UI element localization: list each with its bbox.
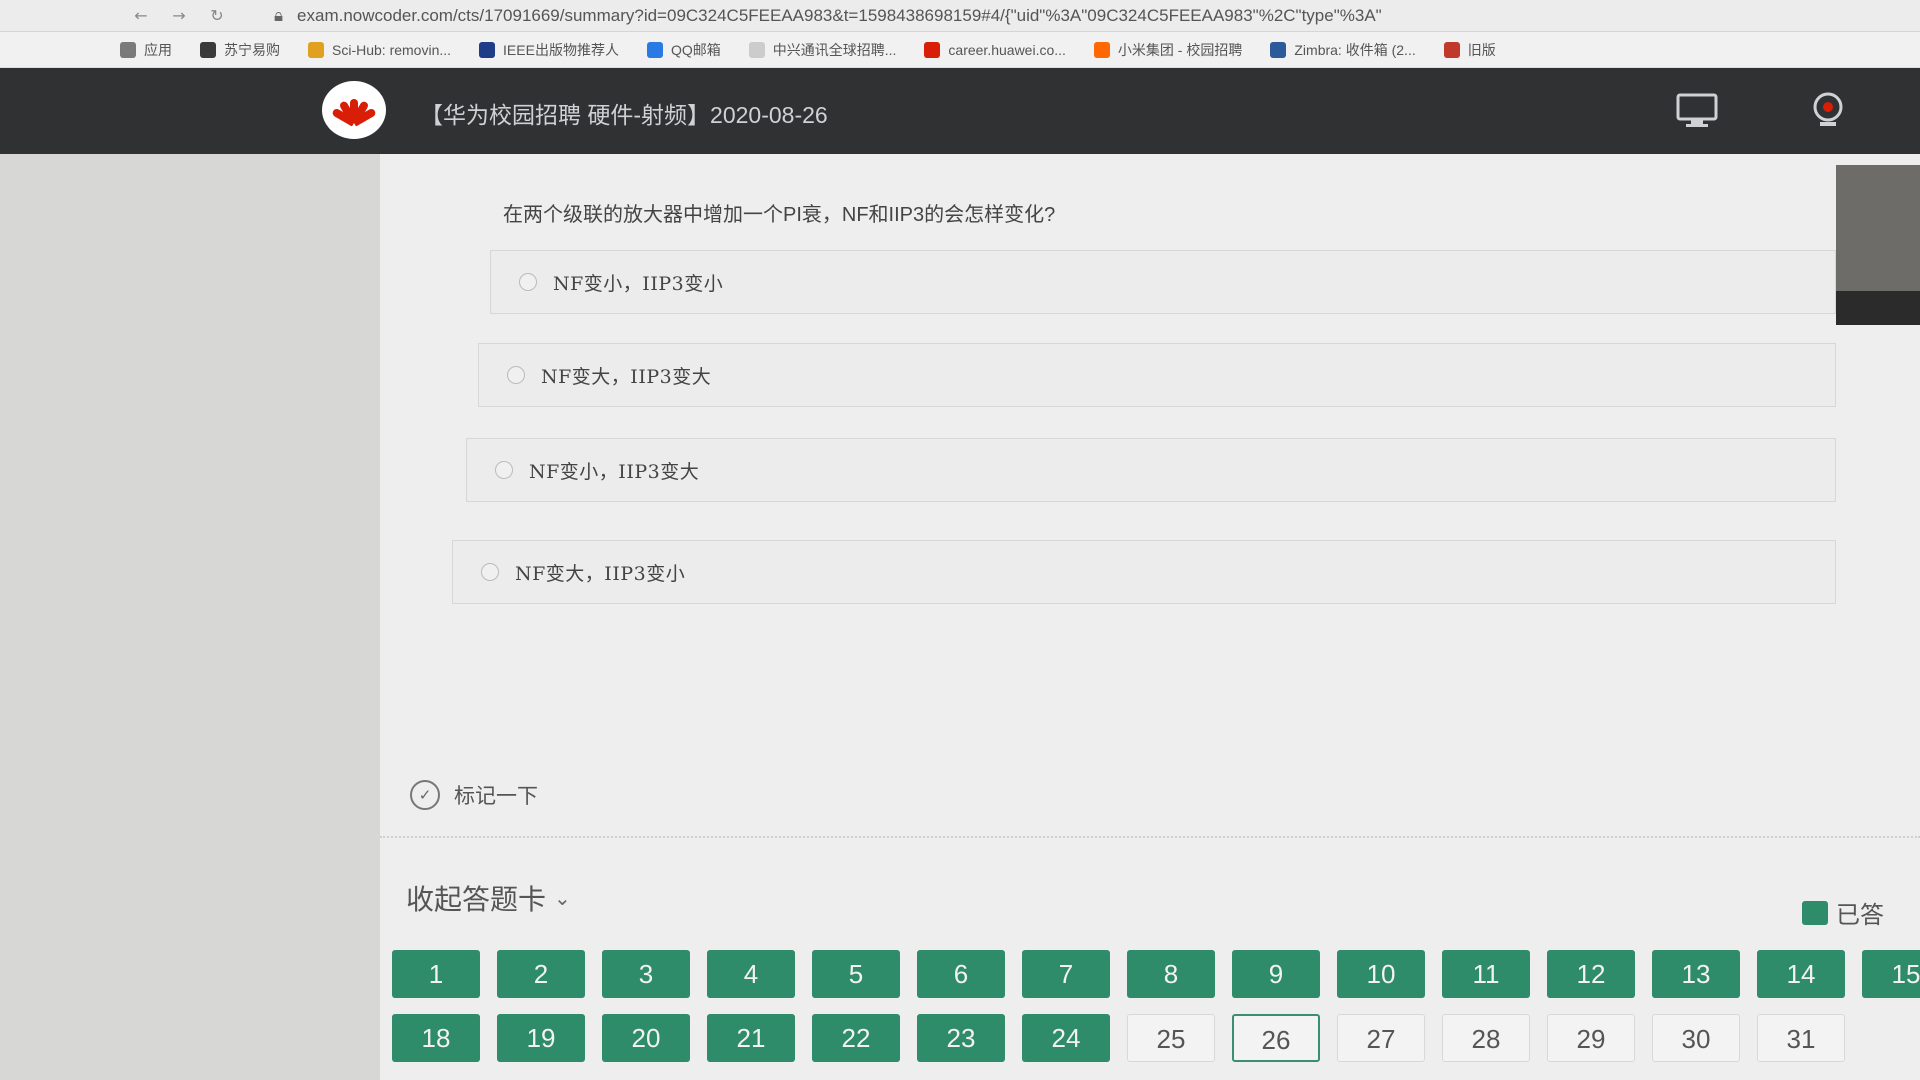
question-number-1[interactable]: 1 [392,950,480,998]
bookmark-label: QQ邮箱 [670,41,721,58]
answer-card-grid: 1 2 3 4 5 6 7 8 9 10 11 12 13 14 15 18 19 20 21 22 23 24 25 26 2… [380,950,1920,1080]
bookmark-zte[interactable]: 中兴通讯全球招聘... [748,40,897,60]
radio-button[interactable] [495,461,513,479]
question-number-5[interactable]: 5 [812,950,900,998]
answered-swatch-icon [1802,900,1828,925]
question-number-9[interactable]: 9 [1232,950,1320,998]
bookmark-scihub[interactable]: Sci-Hub: removin... [308,41,452,58]
legend-label: 已答 [1836,902,1884,929]
bookmark-huawei[interactable]: career.huawei.co... [924,41,1066,58]
mark-icon: ✓ [410,780,440,810]
exam-header: 【华为校园招聘 硬件-射频】2020-08-26 [0,68,1920,154]
question-number-28[interactable]: 28 [1442,1014,1530,1062]
bookmark-label: 苏宁易购 [224,41,280,58]
bookmark-suning[interactable]: 苏宁易购 [200,40,280,60]
monitor-icon[interactable] [1675,92,1719,128]
xiaomi-icon [1093,41,1110,58]
bookmark-old[interactable]: 旧版 [1443,40,1496,60]
bookmark-label: 小米集团 - 校园招聘 [1117,41,1243,58]
bookmark-apps[interactable]: 应用 [120,40,172,60]
zimbra-icon [1270,41,1287,58]
radio-button[interactable] [507,366,525,384]
mark-question-button[interactable]: ✓ 标记一下 [410,780,538,810]
bookmark-label: Sci-Hub: removin... [332,41,452,58]
browser-toolbar: ← → ↻ 🔒︎ exam.nowcoder.com/cts/17091669/s… [0,0,1920,32]
bookmarks-bar: 应用 苏宁易购 Sci-Hub: removin... IEEE出版物推荐人 Q… [0,32,1920,68]
question-number-19[interactable]: 19 [497,1014,585,1062]
mark-label: 标记一下 [454,785,538,808]
question-number-4[interactable]: 4 [707,950,795,998]
bookmark-label: 应用 [144,41,172,58]
option-label: NF变小，IIP3变大 [529,460,700,483]
question-number-2[interactable]: 2 [497,950,585,998]
option-c[interactable]: NF变小，IIP3变大 [466,438,1836,502]
radio-button[interactable] [481,563,499,581]
option-a[interactable]: NF变小，IIP3变小 [490,250,1836,314]
question-text: 在两个级联的放大器中增加一个PI衰，NF和IIP3的会怎样变化? [503,204,1056,226]
question-number-7[interactable]: 7 [1022,950,1110,998]
question-number-25[interactable]: 25 [1127,1014,1215,1062]
scihub-icon [308,41,324,58]
webcam-preview [1836,165,1920,325]
question-number-12[interactable]: 12 [1547,950,1635,998]
question-number-31[interactable]: 31 [1757,1014,1845,1062]
question-number-11[interactable]: 11 [1442,950,1530,998]
option-label: NF变大，IIP3变小 [515,562,686,585]
address-bar[interactable]: 🔒︎ exam.nowcoder.com/cts/17091669/summary… [274,6,1874,26]
chevron-down-icon: ⌄ [554,887,571,910]
url-text: exam.nowcoder.com/cts/17091669/summary?i… [297,5,1382,25]
webcam-icon[interactable] [1808,90,1848,130]
bookmark-label: Zimbra: 收件箱 (2... [1294,41,1416,58]
option-b[interactable]: NF变大，IIP3变大 [478,343,1836,407]
bookmark-label: career.huawei.co... [948,41,1066,58]
answered-legend: 已答 [1802,895,1884,930]
question-number-14[interactable]: 14 [1757,950,1845,998]
reload-icon[interactable]: ↻ [206,5,228,27]
question-number-23[interactable]: 23 [917,1014,1005,1062]
question-number-22[interactable]: 22 [812,1014,900,1062]
question-number-13[interactable]: 13 [1652,950,1740,998]
old-version-icon [1443,41,1460,58]
lock-icon: 🔒︎ [274,5,284,25]
question-number-18[interactable]: 18 [392,1014,480,1062]
question-number-20[interactable]: 20 [602,1014,690,1062]
suning-icon [200,41,216,58]
question-number-10[interactable]: 10 [1337,950,1425,998]
apps-grid-icon [120,41,136,58]
zte-icon [748,41,765,58]
back-icon[interactable]: ← [130,5,152,27]
huawei-icon [924,41,941,58]
bookmark-label: IEEE出版物推荐人 [503,41,619,58]
question-number-6[interactable]: 6 [917,950,1005,998]
radio-button[interactable] [519,273,537,291]
option-label: NF变大，IIP3变大 [541,365,712,388]
question-number-30[interactable]: 30 [1652,1014,1740,1062]
exam-title: 【华为校园招聘 硬件-射频】2020-08-26 [420,102,828,128]
bookmark-zimbra[interactable]: Zimbra: 收件箱 (2... [1270,40,1416,60]
ieee-icon [479,41,496,58]
forward-icon[interactable]: → [168,5,190,27]
question-number-8[interactable]: 8 [1127,950,1215,998]
question-number-24[interactable]: 24 [1022,1014,1110,1062]
huawei-logo [322,81,386,139]
bookmark-xiaomi[interactable]: 小米集团 - 校园招聘 [1093,40,1243,60]
option-label: NF变小，IIP3变小 [553,272,724,295]
question-number-29[interactable]: 29 [1547,1014,1635,1062]
left-panel [0,154,380,1080]
collapse-label: 收起答题卡 [406,884,547,915]
collapse-answer-card-button[interactable]: 收起答题卡 ⌄ [406,878,571,918]
bookmark-label: 旧版 [1467,41,1496,58]
bookmark-ieee[interactable]: IEEE出版物推荐人 [479,40,619,60]
option-d[interactable]: NF变大，IIP3变小 [452,540,1836,604]
question-number-26[interactable]: 26 [1232,1014,1320,1062]
divider [380,836,1920,838]
bookmark-label: 中兴通讯全球招聘... [772,41,897,58]
bookmark-qqmail[interactable]: QQ邮箱 [646,40,721,60]
question-number-3[interactable]: 3 [602,950,690,998]
qqmail-icon [646,41,663,58]
question-number-21[interactable]: 21 [707,1014,795,1062]
question-number-27[interactable]: 27 [1337,1014,1425,1062]
question-number-15[interactable]: 15 [1862,950,1920,998]
